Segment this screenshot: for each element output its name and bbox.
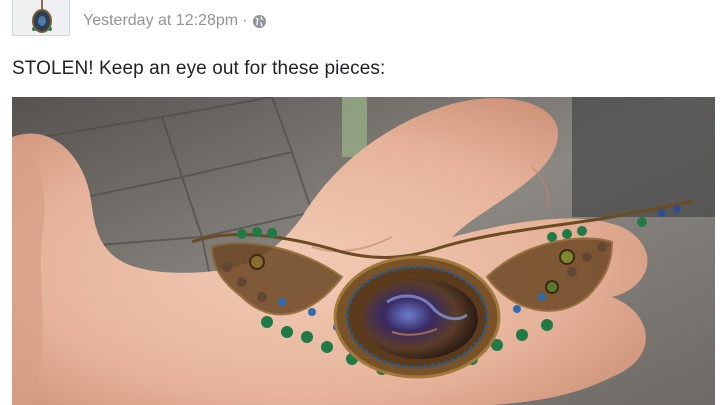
timestamp-link[interactable]: Yesterday at 12:28pm xyxy=(83,12,238,30)
post-meta: Yesterday at 12:28pm · xyxy=(83,10,267,32)
facebook-post: Yesterday at 12:28pm · STOLEN! Keep an e… xyxy=(0,0,720,405)
meta-separator: · xyxy=(242,12,248,29)
avatar[interactable] xyxy=(12,0,70,36)
globe-icon[interactable] xyxy=(252,14,267,29)
avatar-image xyxy=(13,0,69,35)
post-text: STOLEN! Keep an eye out for these pieces… xyxy=(12,58,386,79)
necklace-in-hand-photo xyxy=(12,97,715,405)
post-photo[interactable] xyxy=(12,97,715,405)
